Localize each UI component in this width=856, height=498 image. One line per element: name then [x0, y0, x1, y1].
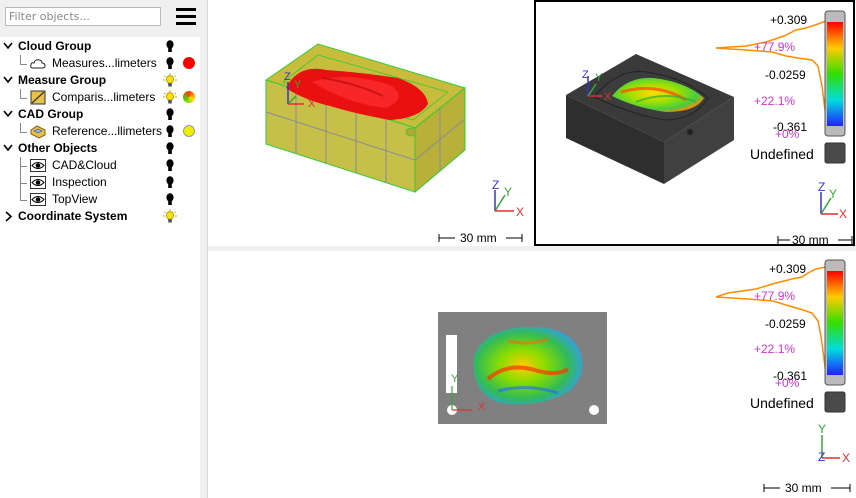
expand-arrow-icon[interactable]: [3, 72, 13, 89]
svg-text:X: X: [604, 91, 612, 103]
bulb-off-icon[interactable]: [163, 175, 177, 190]
tree-group-label: Other Objects: [18, 141, 98, 155]
tree-item-label: Inspection: [52, 175, 107, 189]
tree-item-inspection[interactable]: Inspection: [0, 174, 200, 191]
comparison-icon: [30, 90, 46, 105]
cloud-icon: [30, 56, 46, 71]
viewport-inspection[interactable]: Z Y X Z Y X +0.309 +77.9% -0.0259 +22.1%…: [534, 0, 855, 247]
tree-item-label: Reference...llimeters: [52, 124, 163, 138]
tree-connector: [20, 174, 27, 184]
color-swatch[interactable]: [183, 57, 195, 69]
object-sidebar: Cloud Group Measures...limeters Measure …: [0, 0, 207, 498]
tree-item-label: Comparis...limeters: [52, 90, 156, 104]
percent-label: +22.1%: [754, 94, 796, 108]
expand-arrow-icon[interactable]: [3, 140, 13, 157]
svg-text:Y: Y: [818, 422, 826, 436]
filter-objects-input[interactable]: [5, 7, 161, 26]
bulb-on-icon[interactable]: [163, 90, 177, 105]
tree-connector: [20, 89, 27, 99]
tree-group-measure[interactable]: Measure Group: [0, 72, 200, 89]
tree-item-measures[interactable]: Measures...limeters: [0, 55, 200, 72]
tree-item-label: TopView: [52, 192, 98, 206]
percent-label: +22.1%: [754, 342, 796, 356]
bulb-off-icon[interactable]: [163, 141, 177, 156]
hamburger-menu-icon[interactable]: [174, 6, 198, 28]
tree-group-label: Coordinate System: [18, 209, 128, 223]
color-swatch[interactable]: [183, 91, 195, 103]
tree-group-other[interactable]: Other Objects: [0, 140, 200, 157]
svg-text:Z: Z: [284, 71, 291, 83]
tree-group-label: Cloud Group: [18, 39, 92, 53]
tree-connector: [20, 55, 27, 65]
expand-arrow-icon[interactable]: [3, 38, 13, 55]
tree-group-label: CAD Group: [18, 107, 84, 121]
svg-text:Y: Y: [451, 373, 459, 385]
svg-text:Y: Y: [504, 185, 512, 199]
cad-part-icon: [30, 124, 46, 139]
tree-item-cad-cloud[interactable]: CAD&Cloud: [0, 157, 200, 174]
undefined-label: Undefined: [750, 146, 814, 162]
bulb-off-icon[interactable]: [163, 56, 177, 71]
tree-group-coordinate-system[interactable]: Coordinate System: [0, 208, 200, 225]
eye-icon: [30, 192, 46, 207]
svg-text:Z: Z: [818, 180, 825, 194]
scale-mid-label: -0.0259: [765, 68, 806, 82]
percent-label: +77.9%: [754, 289, 796, 303]
bulb-off-icon[interactable]: [163, 124, 177, 139]
percent-label: +77.9%: [754, 40, 796, 54]
tree-item-label: CAD&Cloud: [52, 158, 117, 172]
color-swatch[interactable]: [183, 125, 195, 137]
tree-connector: [20, 191, 27, 201]
eye-icon: [30, 158, 46, 173]
svg-text:Z: Z: [818, 450, 825, 464]
svg-text:Y: Y: [829, 187, 837, 201]
tree-item-reference[interactable]: Reference...llimeters: [0, 123, 200, 140]
svg-text:Y: Y: [294, 79, 302, 91]
bulb-off-icon[interactable]: [163, 39, 177, 54]
tree-group-cad[interactable]: CAD Group: [0, 106, 200, 123]
svg-text:Z: Z: [582, 69, 589, 81]
percent-label: +0%: [775, 376, 800, 390]
tree-item-topview[interactable]: TopView: [0, 191, 200, 208]
tree-connector: [20, 157, 27, 167]
svg-text:X: X: [516, 205, 524, 219]
scale-mid-label: -0.0259: [765, 317, 806, 331]
bulb-on-icon[interactable]: [163, 73, 177, 88]
scale-max-label: +0.309: [769, 262, 807, 276]
bulb-on-icon[interactable]: [163, 209, 177, 224]
collapsed-arrow-icon[interactable]: [3, 208, 13, 225]
svg-text:X: X: [478, 401, 486, 413]
viewport-cad-cloud[interactable]: Z Y X Z Y X 30 mm: [208, 0, 533, 246]
bulb-off-icon[interactable]: [163, 158, 177, 173]
svg-text:Z: Z: [492, 178, 499, 192]
eye-icon: [30, 175, 46, 190]
viewport-topview[interactable]: Y X Y Z X +0.309 +77.9% -0.0259 +22.1% -…: [208, 251, 856, 498]
object-tree: Cloud Group Measures...limeters Measure …: [0, 37, 200, 498]
tree-item-label: Measures...limeters: [52, 56, 157, 70]
tree-item-comparison[interactable]: Comparis...limeters: [0, 89, 200, 106]
bulb-off-icon[interactable]: [163, 192, 177, 207]
svg-text:X: X: [839, 207, 847, 221]
bulb-off-icon[interactable]: [163, 107, 177, 122]
scale-bar-label: 30 mm: [792, 233, 829, 247]
scale-bar-label: 30 mm: [785, 481, 822, 495]
tree-group-cloud[interactable]: Cloud Group: [0, 38, 200, 55]
scale-max-label: +0.309: [770, 13, 808, 27]
scale-bar-label: 30 mm: [460, 231, 497, 245]
tree-group-label: Measure Group: [18, 73, 107, 87]
undefined-label: Undefined: [750, 395, 814, 411]
svg-text:X: X: [308, 98, 316, 110]
tree-connector: [20, 123, 27, 133]
percent-label: +0%: [775, 127, 800, 141]
svg-text:X: X: [842, 451, 850, 465]
expand-arrow-icon[interactable]: [3, 106, 13, 123]
svg-text:Y: Y: [595, 72, 603, 84]
cad-cloud-3d-model: Z Y X Z Y X: [264, 43, 524, 242]
